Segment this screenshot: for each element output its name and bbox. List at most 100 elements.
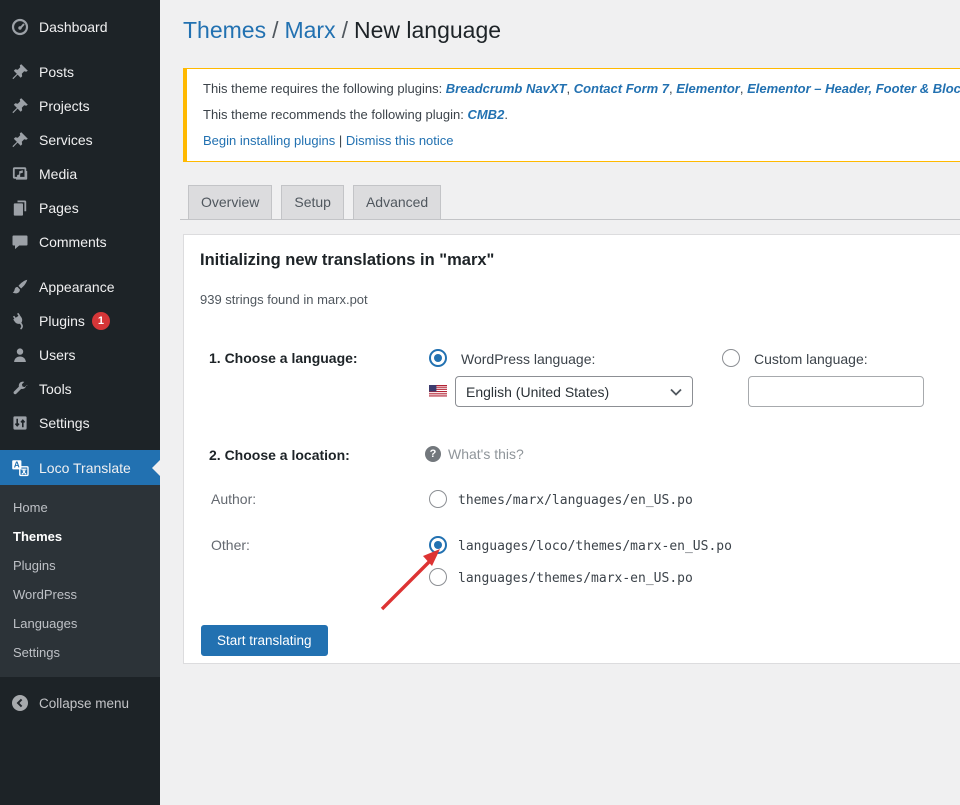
collapse-menu-label: Collapse menu	[39, 696, 129, 711]
sidebar-item-label: Dashboard	[39, 19, 108, 35]
page-title: New language	[354, 17, 501, 43]
author-location-path: themes/marx/languages/en_US.po	[458, 493, 693, 508]
sidebar-item-pages[interactable]: Pages	[0, 191, 160, 225]
new-language-panel: Initializing new translations in "marx" …	[183, 234, 960, 664]
breadcrumb-separator: /	[266, 17, 284, 43]
sidebar-item-services[interactable]: Services	[0, 123, 160, 157]
language-select-value: English (United States)	[466, 384, 609, 400]
svg-text:A: A	[14, 459, 20, 469]
notice-line-recommended: This theme recommends the following plug…	[203, 102, 960, 128]
collapse-arrow-icon	[10, 693, 30, 713]
plugins-update-badge: 1	[92, 312, 110, 330]
menu-separator	[0, 44, 160, 55]
sidebar-item-users[interactable]: Users	[0, 338, 160, 372]
tab-bar: Overview Setup Advanced	[188, 185, 441, 220]
language-select[interactable]: English (United States)	[455, 376, 693, 407]
sidebar-item-dashboard[interactable]: Dashboard	[0, 10, 160, 44]
tab-advanced[interactable]: Advanced	[353, 185, 441, 220]
plugin-link-elementor-hfb[interactable]: Elementor – Header, Footer & Blocks Te	[747, 81, 960, 96]
help-icon: ?	[425, 446, 441, 462]
begin-installing-plugins-link[interactable]: Begin installing plugins	[203, 133, 335, 148]
sidebar-item-media[interactable]: Media	[0, 157, 160, 191]
themes-location-path: languages/themes/marx-en_US.po	[458, 571, 693, 586]
sidebar-item-tools[interactable]: Tools	[0, 372, 160, 406]
admin-sidebar: Dashboard Posts Projects Services Media	[0, 0, 160, 805]
sidebar-item-comments[interactable]: Comments	[0, 225, 160, 259]
plugin-required-notice: This theme requires the following plugin…	[183, 68, 960, 162]
menu-separator	[0, 440, 160, 450]
strings-found-text: 939 strings found in marx.pot	[200, 292, 368, 307]
choose-location-label: 2. Choose a location:	[209, 447, 350, 463]
notice-period: .	[504, 107, 508, 122]
choose-language-label: 1. Choose a language:	[209, 350, 358, 366]
dismiss-notice-link[interactable]: Dismiss this notice	[346, 133, 454, 148]
submenu-item-themes[interactable]: Themes	[0, 522, 160, 551]
media-icon	[10, 164, 30, 184]
sidebar-item-label: Plugins	[39, 313, 85, 329]
other-location-label: Other:	[211, 537, 250, 553]
custom-language-label: Custom language:	[754, 351, 868, 367]
plugin-link-breadcrumb-navxt[interactable]: Breadcrumb NavXT	[446, 81, 567, 96]
notice-separator: ,	[740, 81, 747, 96]
notice-recommended-prefix: This theme recommends the following plug…	[203, 107, 467, 122]
pushpin-icon	[10, 130, 30, 150]
sidebar-item-label: Media	[39, 166, 77, 182]
submenu-item-languages[interactable]: Languages	[0, 609, 160, 638]
sidebar-item-posts[interactable]: Posts	[0, 55, 160, 89]
sidebar-item-label: Appearance	[39, 279, 115, 295]
sidebar-item-loco-translate[interactable]: A Loco Translate	[0, 450, 160, 485]
collapse-menu-button[interactable]: Collapse menu	[0, 686, 160, 720]
notice-separator: ,	[566, 81, 573, 96]
notice-actions: Begin installing plugins | Dismiss this …	[203, 128, 960, 154]
notice-line-required: This theme requires the following plugin…	[203, 76, 960, 102]
wordpress-admin-screen: Dashboard Posts Projects Services Media	[0, 0, 960, 805]
submenu-item-wordpress[interactable]: WordPress	[0, 580, 160, 609]
sidebar-item-label: Loco Translate	[39, 460, 131, 476]
wordpress-language-label: WordPress language:	[461, 351, 595, 367]
submenu-item-plugins[interactable]: Plugins	[0, 551, 160, 580]
whats-this-link[interactable]: ? What's this?	[425, 446, 524, 462]
chevron-down-icon	[670, 388, 682, 396]
custom-language-input[interactable]	[748, 376, 924, 407]
sidebar-item-projects[interactable]: Projects	[0, 89, 160, 123]
admin-content: Themes/Marx/New language This theme requ…	[160, 0, 960, 805]
sidebar-item-plugins[interactable]: Plugins 1	[0, 304, 160, 338]
breadcrumb-link-themes[interactable]: Themes	[183, 17, 266, 43]
notice-required-prefix: This theme requires the following plugin…	[203, 81, 446, 96]
author-location-radio[interactable]	[429, 490, 447, 508]
notice-action-separator: |	[335, 133, 346, 148]
submenu-item-settings[interactable]: Settings	[0, 638, 160, 667]
sidebar-item-label: Settings	[39, 415, 90, 431]
users-icon	[10, 345, 30, 365]
sidebar-item-label: Tools	[39, 381, 72, 397]
plugin-link-contact-form-7[interactable]: Contact Form 7	[574, 81, 669, 96]
start-translating-button[interactable]: Start translating	[201, 625, 328, 656]
sidebar-item-settings[interactable]: Settings	[0, 406, 160, 440]
sidebar-item-label: Projects	[39, 98, 90, 114]
sidebar-item-label: Comments	[39, 234, 107, 250]
tab-bar-divider	[180, 219, 960, 220]
panel-heading: Initializing new translations in "marx"	[200, 251, 494, 270]
breadcrumb-link-marx[interactable]: Marx	[284, 17, 335, 43]
sidebar-item-appearance[interactable]: Appearance	[0, 270, 160, 304]
submenu-item-home[interactable]: Home	[0, 493, 160, 522]
plugin-link-elementor[interactable]: Elementor	[676, 81, 740, 96]
breadcrumb: Themes/Marx/New language	[183, 17, 501, 44]
breadcrumb-separator: /	[336, 17, 354, 43]
whats-this-label: What's this?	[448, 446, 524, 462]
tab-setup[interactable]: Setup	[281, 185, 344, 220]
author-location-label: Author:	[211, 491, 256, 507]
loco-location-path: languages/loco/themes/marx-en_US.po	[458, 539, 732, 554]
sidebar-item-label: Users	[39, 347, 76, 363]
loco-translate-submenu: Home Themes Plugins WordPress Languages …	[0, 485, 160, 677]
wordpress-language-radio[interactable]	[429, 349, 447, 367]
red-annotation-arrow-icon	[374, 541, 454, 615]
pushpin-icon	[10, 96, 30, 116]
custom-language-radio[interactable]	[722, 349, 740, 367]
tab-overview[interactable]: Overview	[188, 185, 272, 220]
plugin-link-cmb2[interactable]: CMB2	[467, 107, 504, 122]
us-flag-icon	[429, 385, 447, 397]
plugin-icon	[10, 311, 30, 331]
wrench-icon	[10, 379, 30, 399]
pages-icon	[10, 198, 30, 218]
